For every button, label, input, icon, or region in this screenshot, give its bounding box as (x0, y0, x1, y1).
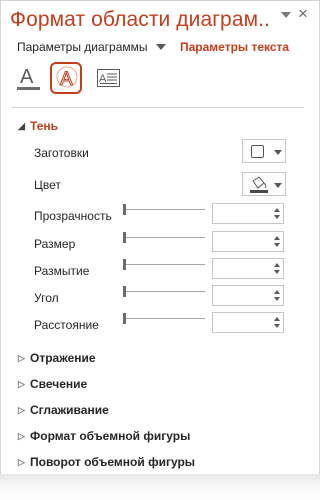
preset-preview-icon (251, 145, 264, 158)
slider-track (125, 264, 205, 265)
stepper-down-icon[interactable] (274, 297, 280, 301)
section-shadow-label: Тень (30, 119, 59, 133)
close-icon[interactable]: × (295, 5, 311, 22)
section-glow-header[interactable]: ▷ Свечение (18, 377, 87, 391)
blur-slider[interactable] (123, 259, 205, 271)
section-reflection-label: Отражение (30, 351, 96, 365)
stepper-up-icon[interactable] (274, 290, 280, 294)
slider-thumb[interactable] (123, 259, 126, 270)
blur-label: Размытие (34, 264, 90, 278)
distance-input[interactable] (213, 313, 271, 332)
tab-text-options[interactable]: Параметры текста (180, 40, 289, 54)
slider-track (125, 209, 205, 210)
section-soft-edges-label: Сглаживание (30, 403, 109, 417)
angle-label: Угол (34, 291, 59, 305)
presets-label: Заготовки (34, 146, 89, 160)
size-stepper[interactable] (212, 231, 284, 252)
text-box-icon[interactable]: A (94, 64, 124, 94)
stepper-down-icon[interactable] (274, 324, 280, 328)
section-3d-rotation-header[interactable]: ▷ Поворот объемной фигуры (18, 455, 195, 469)
blur-stepper[interactable] (212, 258, 284, 279)
shadow-color-dropdown[interactable] (242, 172, 286, 196)
slider-thumb[interactable] (123, 286, 126, 297)
stepper-down-icon[interactable] (274, 243, 280, 247)
color-label: Цвет (34, 178, 61, 192)
stepper-down-icon[interactable] (274, 270, 280, 274)
distance-label: Расстояние (34, 318, 99, 332)
chevron-down-icon (274, 183, 282, 188)
section-3d-rotation-label: Поворот объемной фигуры (30, 455, 196, 469)
selected-ring (50, 62, 82, 94)
stepper-up-icon[interactable] (274, 263, 280, 267)
chevron-down-icon[interactable] (281, 12, 291, 18)
expanded-triangle-icon: ◢ (18, 121, 25, 131)
text-fill-outline-icon[interactable]: A (14, 64, 44, 94)
stepper-up-icon[interactable] (274, 317, 280, 321)
slider-thumb[interactable] (123, 232, 126, 243)
stepper-up-icon[interactable] (274, 236, 280, 240)
slider-track (125, 318, 205, 319)
divider (12, 107, 304, 108)
angle-input[interactable] (213, 286, 271, 305)
svg-text:A: A (20, 66, 34, 88)
distance-slider[interactable] (123, 313, 205, 325)
section-shadow-header[interactable]: ◢ Тень (18, 119, 58, 133)
paint-bucket-icon (250, 176, 268, 193)
collapsed-triangle-icon: ▷ (18, 405, 25, 415)
size-slider[interactable] (123, 232, 205, 244)
section-soft-edges-header[interactable]: ▷ Сглаживание (18, 403, 109, 417)
slider-thumb[interactable] (123, 204, 126, 215)
stepper-down-icon[interactable] (274, 215, 280, 219)
tab-chart-options-dropdown-icon[interactable] (156, 44, 166, 50)
blur-input[interactable] (213, 259, 271, 278)
transparency-input[interactable] (213, 204, 271, 223)
transparency-label: Прозрачность (34, 209, 112, 223)
presets-dropdown[interactable] (242, 139, 286, 163)
transparency-slider[interactable] (123, 204, 205, 216)
transparency-stepper[interactable] (212, 203, 284, 224)
angle-stepper[interactable] (212, 285, 284, 306)
chevron-down-icon (274, 150, 282, 155)
collapsed-triangle-icon: ▷ (18, 353, 25, 363)
stepper-up-icon[interactable] (274, 208, 280, 212)
slider-track (125, 237, 205, 238)
collapsed-triangle-icon: ▷ (18, 457, 25, 467)
size-label: Размер (34, 237, 76, 251)
section-glow-label: Свечение (30, 377, 88, 391)
size-input[interactable] (213, 232, 271, 251)
collapsed-triangle-icon: ▷ (18, 431, 25, 441)
section-3d-format-header[interactable]: ▷ Формат объемной фигуры (18, 429, 190, 443)
pane-title: Формат области диаграм... (10, 8, 270, 31)
collapsed-triangle-icon: ▷ (18, 379, 25, 389)
section-reflection-header[interactable]: ▷ Отражение (18, 351, 96, 365)
tab-chart-options[interactable]: Параметры диаграммы (17, 40, 148, 54)
angle-slider[interactable] (123, 286, 205, 298)
slider-track (125, 291, 205, 292)
slider-thumb[interactable] (123, 313, 126, 324)
text-effects-icon[interactable]: A (50, 62, 82, 94)
distance-stepper[interactable] (212, 312, 284, 333)
section-3d-format-label: Формат объемной фигуры (30, 429, 191, 443)
pane-bottom-edge (0, 474, 320, 500)
